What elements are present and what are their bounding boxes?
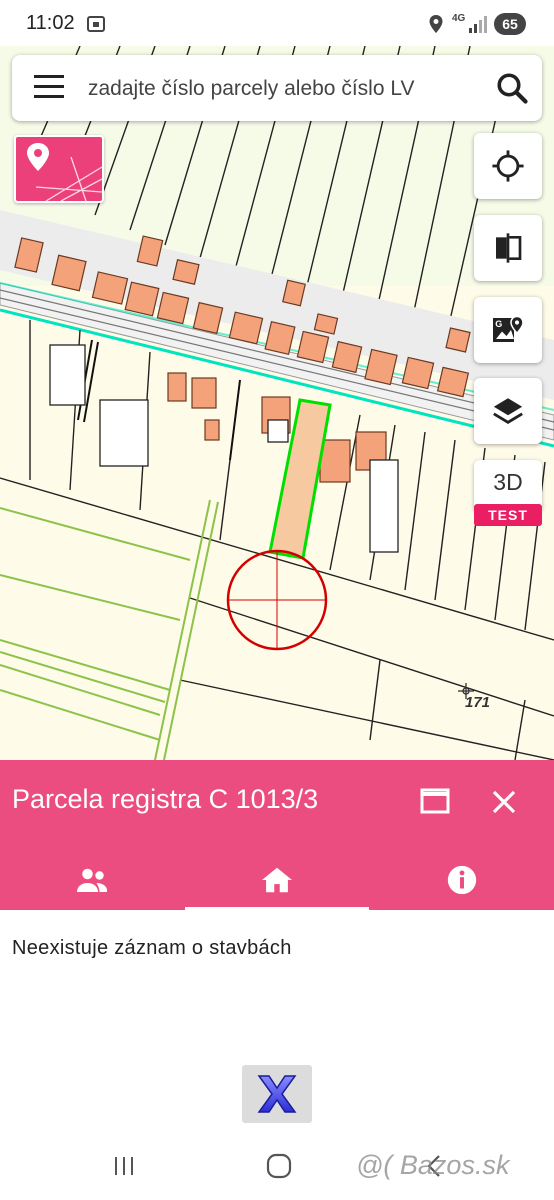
crosshair bbox=[226, 549, 328, 651]
maximize-icon[interactable] bbox=[420, 788, 450, 814]
info-icon bbox=[447, 865, 477, 895]
watermark: @( Bazos.sk bbox=[356, 1150, 510, 1180]
location-icon bbox=[429, 15, 443, 33]
search-bar bbox=[12, 55, 542, 121]
svg-text:G: G bbox=[495, 319, 502, 329]
status-bar: 11:02 4G 65 bbox=[0, 0, 554, 46]
signal-icon bbox=[469, 16, 487, 33]
parcel-number-label: 171 bbox=[465, 694, 491, 711]
google-maps-button[interactable]: G bbox=[474, 297, 542, 363]
tab-owners[interactable] bbox=[0, 850, 184, 910]
3d-label: 3D bbox=[474, 460, 542, 510]
crosshair-gps-icon bbox=[492, 150, 524, 182]
layers-icon bbox=[493, 398, 523, 424]
3d-mode-button[interactable]: 3D TEST bbox=[474, 460, 542, 526]
tab-info[interactable] bbox=[370, 850, 554, 910]
status-time: 11:02 bbox=[26, 12, 75, 34]
compare-icon bbox=[496, 233, 522, 263]
close-x-icon bbox=[257, 1075, 297, 1113]
search-icon[interactable] bbox=[494, 70, 530, 106]
basemap-thumbnail[interactable] bbox=[14, 135, 104, 203]
recent-apps-icon[interactable] bbox=[112, 1155, 136, 1177]
layers-button[interactable] bbox=[474, 378, 542, 444]
map-pin-icon: G bbox=[493, 315, 524, 342]
panel-title: Parcela registra C 1013/3 bbox=[12, 784, 319, 814]
battery-indicator: 65 bbox=[494, 13, 526, 35]
no-buildings-message: Neexistuje záznam o stavbách bbox=[12, 937, 292, 959]
close-button[interactable] bbox=[242, 1065, 312, 1123]
menu-icon[interactable] bbox=[34, 75, 64, 101]
people-icon bbox=[77, 868, 107, 892]
compare-button[interactable] bbox=[474, 215, 542, 281]
green-parcels bbox=[0, 499, 219, 760]
close-icon[interactable] bbox=[488, 786, 520, 818]
search-input[interactable] bbox=[86, 67, 480, 111]
network-type: 4G bbox=[452, 13, 466, 24]
my-location-button[interactable] bbox=[474, 133, 542, 199]
home-nav-icon[interactable] bbox=[266, 1153, 292, 1179]
screenshot-icon bbox=[87, 16, 105, 32]
home-icon bbox=[262, 867, 292, 893]
test-badge: TEST bbox=[474, 504, 542, 526]
tab-buildings[interactable] bbox=[185, 850, 369, 910]
